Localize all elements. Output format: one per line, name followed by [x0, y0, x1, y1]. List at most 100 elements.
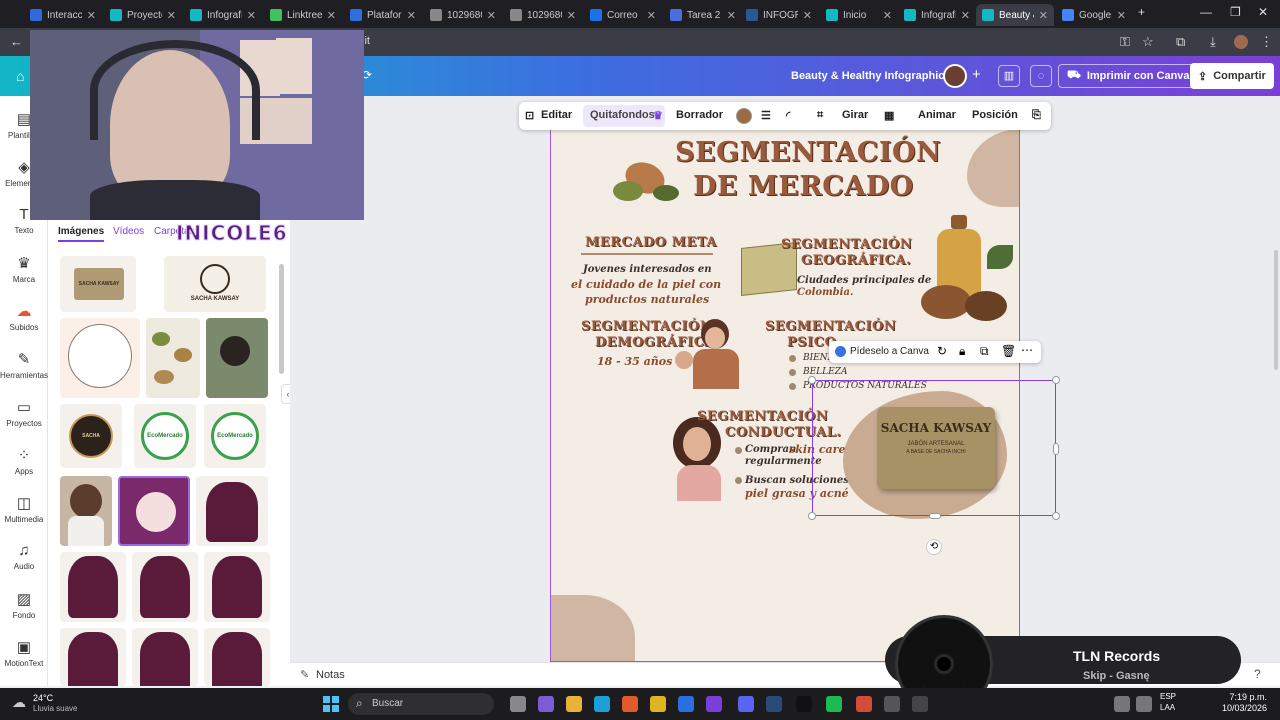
delete-icon[interactable]: 🗑︎: [1001, 344, 1016, 358]
widgets-icon[interactable]: [538, 696, 554, 712]
notes-button[interactable]: Notas: [316, 669, 345, 681]
browser-tab[interactable]: Linktree ✕: [264, 4, 342, 26]
collaborator-avatar[interactable]: [943, 64, 967, 88]
upload-thumb-ecomercado-2[interactable]: EcoMercado: [204, 404, 266, 468]
more-options-icon[interactable]: ⋯: [1021, 343, 1033, 357]
close-tab-icon[interactable]: ✕: [1117, 9, 1126, 22]
network-icon[interactable]: [1114, 696, 1130, 712]
home-icon[interactable]: ⌂: [16, 68, 24, 84]
browser-tab[interactable]: 1029680 ✕: [504, 4, 582, 26]
extensions-icon[interactable]: ⧉: [1176, 34, 1185, 50]
upload-thumb-avatar-3[interactable]: [60, 552, 126, 622]
canva-icon[interactable]: [706, 696, 722, 712]
browser-menu-icon[interactable]: ⋮: [1260, 34, 1273, 50]
close-tab-icon[interactable]: ✕: [647, 9, 656, 22]
resize-handle-tr[interactable]: [1052, 376, 1060, 384]
rail-item-7[interactable]: ⁘ Apps: [0, 446, 48, 476]
panel-scrollbar[interactable]: [279, 264, 284, 374]
rotate-button[interactable]: Girar: [842, 109, 868, 121]
transparency-icon[interactable]: ▦: [884, 109, 894, 122]
browser-tab[interactable]: Proyecto ✕: [104, 4, 182, 26]
browser-tab[interactable]: 1029680 ✕: [424, 4, 502, 26]
new-tab-button[interactable]: +: [1138, 5, 1145, 19]
rail-item-8[interactable]: ◫ Multimedia: [0, 494, 48, 524]
copy-style-icon[interactable]: ⎘: [1032, 109, 1041, 122]
position-button[interactable]: Posición: [972, 109, 1018, 121]
upload-thumb-avatar-5[interactable]: [204, 552, 270, 622]
browser-tab[interactable]: Interacción ✕: [24, 4, 102, 26]
close-tab-icon[interactable]: ✕: [87, 9, 96, 22]
clock-date[interactable]: 10/03/2026: [1221, 703, 1267, 713]
bookmark-star-icon[interactable]: ☆: [1142, 34, 1154, 50]
steam-icon[interactable]: [766, 696, 782, 712]
browser-tab[interactable]: Beauty & ✕: [976, 4, 1054, 26]
obs-icon[interactable]: [884, 696, 900, 712]
crop-icon[interactable]: ⌗: [817, 109, 823, 122]
comment-icon[interactable]: ◌: [1030, 65, 1052, 87]
task-view-icon[interactable]: [510, 696, 526, 712]
file-explorer-icon[interactable]: [566, 696, 582, 712]
resize-handle-bottom[interactable]: [929, 513, 941, 519]
rail-item-11[interactable]: ▣ MotionText: [0, 638, 48, 668]
close-tab-icon[interactable]: ✕: [1039, 9, 1048, 22]
document-title[interactable]: Beauty & Healthy Infographic: [791, 70, 944, 82]
back-icon[interactable]: ←: [10, 34, 23, 49]
upload-thumb-avatar-6[interactable]: [60, 628, 126, 686]
tiktok-icon[interactable]: [796, 696, 812, 712]
upload-thumb-soap[interactable]: SACHA KAWSAY: [60, 256, 136, 312]
mail-icon[interactable]: [678, 696, 694, 712]
close-tab-icon[interactable]: ✕: [407, 9, 416, 22]
close-tab-icon[interactable]: ✕: [883, 9, 892, 22]
taskbar-search[interactable]: ⌕ Buscar: [348, 693, 494, 715]
browser-tab[interactable]: INFOGRA ✕: [740, 4, 818, 26]
close-tab-icon[interactable]: ✕: [167, 9, 176, 22]
animate-button[interactable]: Animar: [918, 109, 956, 121]
close-window-icon[interactable]: ✕: [1258, 5, 1268, 19]
help-icon[interactable]: ?: [1254, 667, 1261, 681]
close-tab-icon[interactable]: ✕: [961, 9, 970, 22]
refresh-icon[interactable]: ↻: [937, 344, 947, 358]
add-collaborator-icon[interactable]: +: [972, 66, 981, 83]
browser-tab[interactable]: Inicio ✕: [820, 4, 898, 26]
print-with-canva-button[interactable]: ⛟ Imprimir con Canva: [1058, 64, 1199, 88]
close-tab-icon[interactable]: ✕: [327, 9, 336, 22]
upload-thumb-avatar-2[interactable]: [196, 476, 268, 546]
download-icon[interactable]: ⤓: [1210, 34, 1216, 50]
upload-thumb-photo[interactable]: [206, 318, 268, 398]
upload-thumb-avatar-1[interactable]: [118, 476, 190, 546]
volume-icon[interactable]: [1136, 696, 1152, 712]
minimize-icon[interactable]: —: [1200, 5, 1212, 19]
browser-tab[interactable]: Correo ✕: [584, 4, 662, 26]
profile-avatar[interactable]: [1234, 35, 1248, 49]
rail-item-6[interactable]: ▭ Proyectos: [0, 398, 48, 428]
analytics-icon[interactable]: ▥: [998, 65, 1020, 87]
upload-thumb-round-logo[interactable]: [60, 318, 140, 398]
rail-item-4[interactable]: ☁ Subidos: [0, 302, 48, 332]
share-button[interactable]: ⇪ Compartir: [1190, 63, 1274, 89]
edit-button[interactable]: Editar: [541, 109, 572, 121]
tab-videos[interactable]: Vídeos: [113, 226, 144, 237]
spotify-icon[interactable]: [826, 696, 842, 712]
discord-icon[interactable]: [738, 696, 754, 712]
border-style-icon[interactable]: ☰: [761, 109, 771, 122]
tab-images[interactable]: Imágenes: [58, 226, 105, 242]
lock-icon[interactable]: 🔒︎: [959, 344, 965, 359]
color-swatch[interactable]: [736, 108, 752, 124]
eraser-button[interactable]: Borrador: [676, 109, 723, 121]
chrome-2-icon[interactable]: [856, 696, 872, 712]
chrome-icon[interactable]: [650, 696, 666, 712]
browser-tab[interactable]: Infografía ✕: [184, 4, 262, 26]
workspace-scrollbar[interactable]: [1274, 250, 1278, 370]
ask-canva-button[interactable]: Pídeselo a Canva: [850, 346, 929, 357]
resize-handle-right[interactable]: [1053, 443, 1059, 455]
rail-item-5[interactable]: ✎ Herramientas: [0, 350, 48, 380]
corner-radius-icon[interactable]: ◜: [786, 109, 790, 122]
browser-tab[interactable]: Tarea 2 ✕: [664, 4, 742, 26]
lang-2[interactable]: LAA: [1160, 703, 1175, 712]
close-tab-icon[interactable]: ✕: [487, 9, 496, 22]
close-tab-icon[interactable]: ✕: [567, 9, 576, 22]
app-icon[interactable]: [912, 696, 928, 712]
rail-item-9[interactable]: ♫ Audio: [0, 542, 48, 571]
rotate-handle-icon[interactable]: ⟲: [926, 539, 942, 555]
close-tab-icon[interactable]: ✕: [727, 9, 736, 22]
